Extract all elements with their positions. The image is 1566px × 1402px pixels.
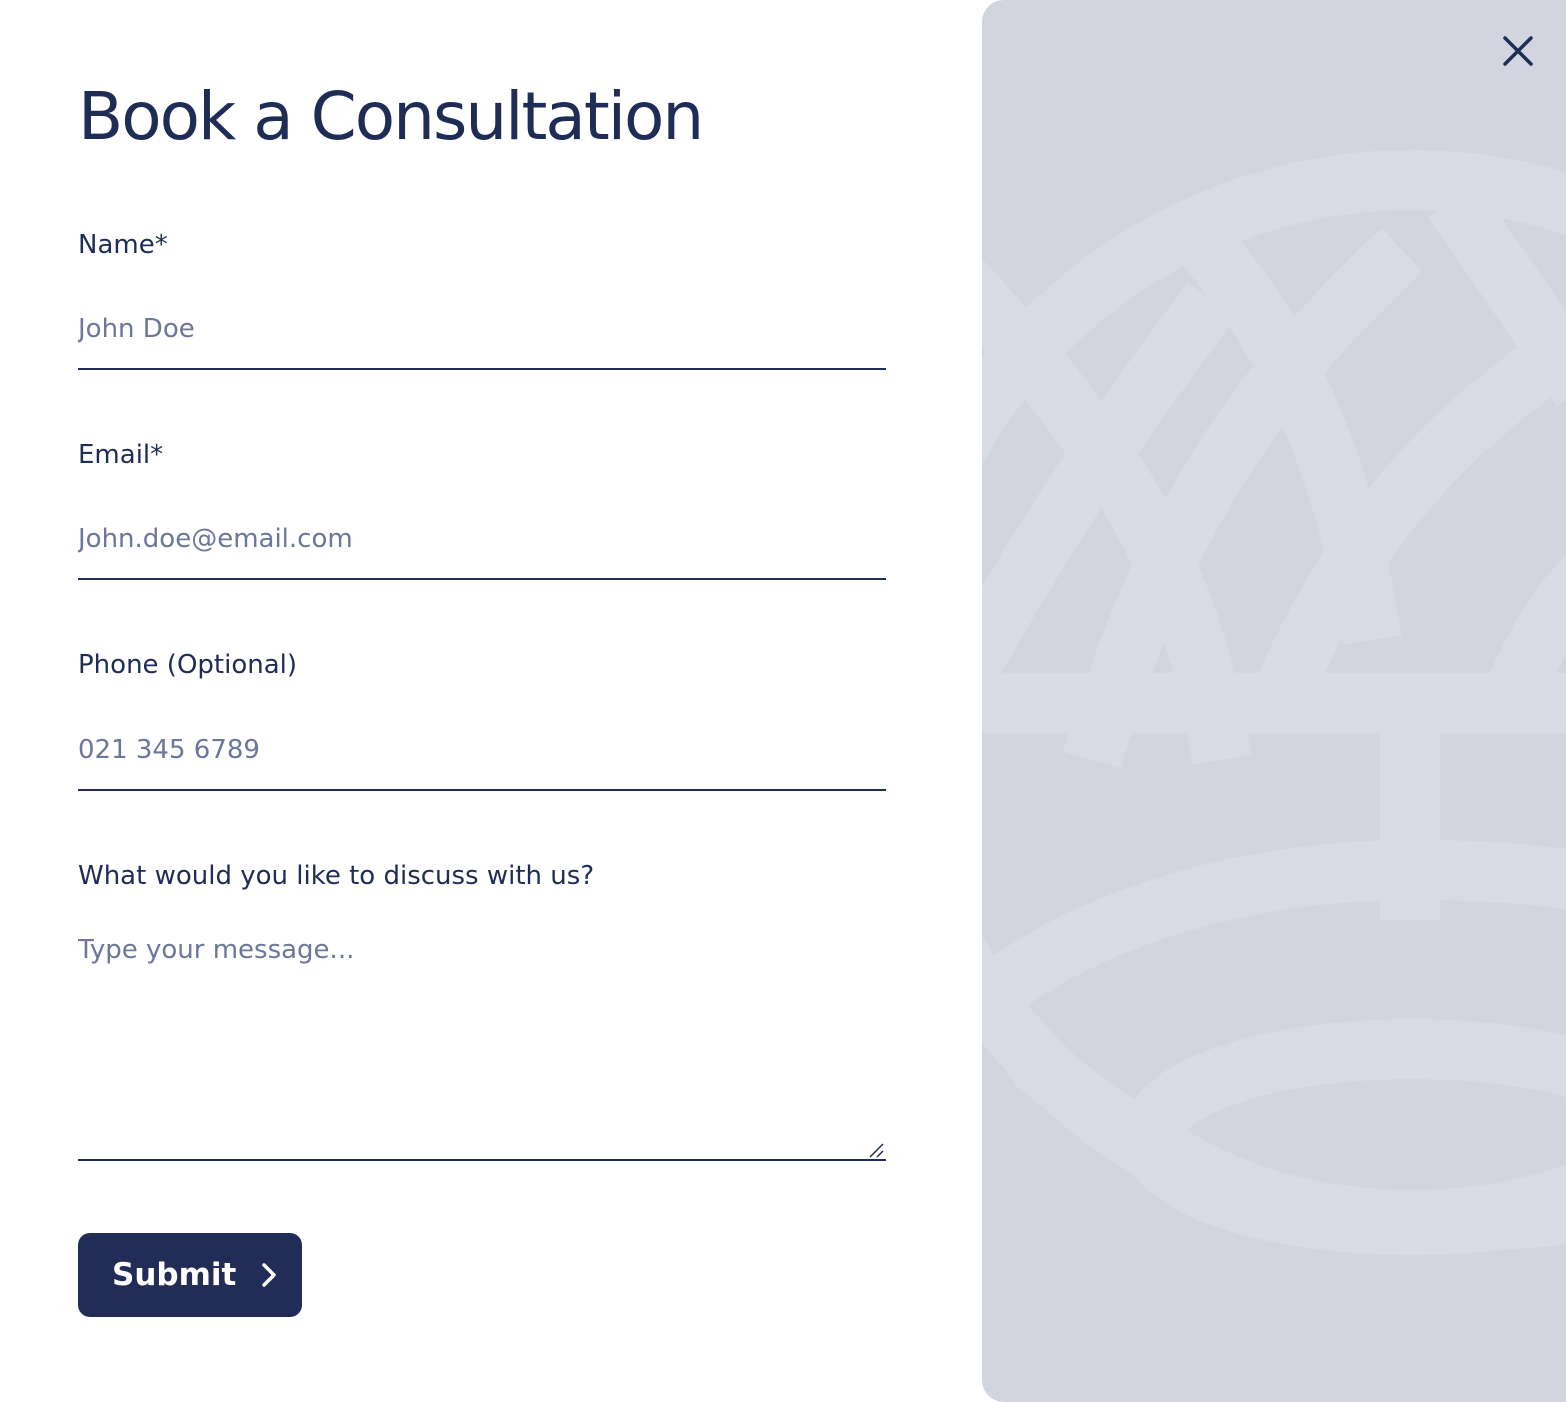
email-field[interactable] [78, 500, 886, 580]
chevron-right-icon [262, 1263, 277, 1287]
decorative-panel [982, 0, 1566, 1402]
email-label: Email* [78, 440, 164, 470]
message-field[interactable] [78, 918, 886, 1161]
close-icon[interactable] [1497, 30, 1539, 72]
resize-handle-icon[interactable] [868, 1142, 884, 1158]
name-label: Name* [78, 230, 168, 260]
phone-field[interactable] [78, 711, 886, 791]
name-field[interactable] [78, 290, 886, 370]
consultation-form: Book a Consultation Name* Email* Phone (… [78, 0, 886, 1402]
page-title: Book a Consultation [78, 78, 704, 155]
submit-label: Submit [112, 1257, 237, 1293]
phone-label: Phone (Optional) [78, 650, 298, 680]
message-label: What would you like to discuss with us? [78, 861, 595, 891]
submit-button[interactable]: Submit [78, 1233, 302, 1317]
decorative-pattern [982, 150, 1566, 1255]
